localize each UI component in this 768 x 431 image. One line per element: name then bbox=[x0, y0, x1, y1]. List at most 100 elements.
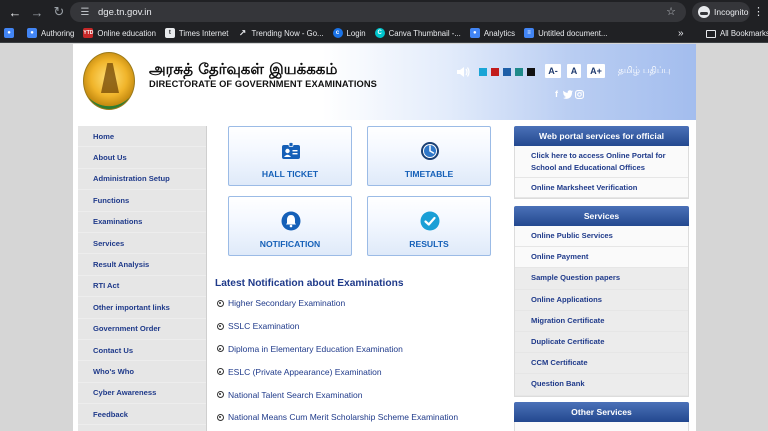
bookmark-item[interactable]: ↗ Trending Now - Go... bbox=[237, 24, 324, 43]
list-item[interactable]: National Means Cum Merit Scholarship Sch… bbox=[217, 406, 458, 429]
forward-icon[interactable]: → bbox=[26, 0, 48, 24]
site-info-icon[interactable]: ☰ bbox=[78, 5, 92, 19]
notification-link[interactable]: National Talent Search Examination bbox=[228, 390, 363, 400]
hall-ticket-tile[interactable]: HALL TICKET bbox=[228, 126, 352, 186]
doc-icon: ≡ bbox=[524, 28, 535, 38]
nav-item-administration-setup[interactable]: Administration Setup bbox=[78, 169, 206, 191]
canva-icon: C bbox=[374, 28, 385, 38]
incognito-badge[interactable]: Incognito bbox=[692, 2, 750, 22]
bookmark-label: Trending Now - Go... bbox=[251, 28, 324, 38]
font-reset-button[interactable]: A bbox=[567, 64, 581, 78]
hall-ticket-label: HALL TICKET bbox=[261, 169, 319, 179]
nav-item-result-analysis[interactable]: Result Analysis bbox=[78, 254, 206, 276]
service-link[interactable]: Online Payment bbox=[515, 247, 688, 269]
list-item[interactable]: National Talent Search Examination bbox=[217, 383, 458, 406]
latest-notifications-heading: Latest Notification about Examinations bbox=[215, 278, 404, 289]
notification-tile[interactable]: NOTIFICATION bbox=[228, 196, 352, 256]
bookmark-star-icon[interactable]: ☆ bbox=[666, 5, 676, 18]
bookmark-item[interactable]: ≡ Untitled document... bbox=[524, 24, 607, 43]
list-item[interactable]: ESLC (Private Appearance) Examination bbox=[217, 360, 458, 383]
nav-item-examinations[interactable]: Examinations bbox=[78, 212, 206, 233]
service-link[interactable]: Migration Certificate bbox=[515, 310, 688, 332]
service-link[interactable]: Sample Question papers bbox=[515, 268, 688, 290]
bookmark-favicon-icon: ● bbox=[469, 28, 480, 38]
service-link[interactable]: Duplicate Certificate bbox=[515, 331, 688, 354]
bullet-icon bbox=[217, 345, 224, 353]
speaker-icon[interactable] bbox=[456, 66, 470, 78]
bookmark-item[interactable]: YTD Online education bbox=[83, 24, 156, 43]
twitter-icon[interactable] bbox=[563, 90, 573, 99]
nav-item-government-order[interactable]: Government Order bbox=[78, 319, 206, 340]
theme-swatch[interactable] bbox=[479, 68, 487, 76]
bookmark-label: Times Internet bbox=[178, 28, 229, 38]
service-link[interactable]: CCM Certificate bbox=[515, 353, 688, 375]
page-viewport: அரசுத் தேர்வுகள் இயக்ககம் DIRECTORATE OF… bbox=[0, 44, 768, 431]
services-panel: Services Online Public Services Online P… bbox=[514, 206, 689, 397]
bookmark-item[interactable]: C Canva Thumbnail -... bbox=[374, 24, 461, 43]
nav-item-cyber-awareness[interactable]: Cyber Awareness bbox=[78, 383, 206, 405]
tamil-version-link[interactable]: தமிழ் பதிப்பு bbox=[618, 66, 670, 77]
latest-notifications-list: Higher Secondary Examination SSLC Examin… bbox=[217, 292, 458, 429]
services-panel-body: Online Public Services Online Payment Sa… bbox=[514, 226, 689, 397]
timetable-tile[interactable]: TIMETABLE bbox=[367, 126, 491, 186]
bookmark-item[interactable]: ● bbox=[4, 24, 18, 43]
portal-link-marksheet-verification[interactable]: Online Marksheet Verification bbox=[515, 178, 688, 198]
theme-swatch[interactable] bbox=[503, 68, 511, 76]
bullet-icon bbox=[217, 299, 224, 307]
notification-link[interactable]: National Means Cum Merit Scholarship Sch… bbox=[228, 412, 458, 422]
facebook-icon[interactable]: f bbox=[555, 89, 558, 99]
nav-item-services[interactable]: Services bbox=[78, 233, 206, 255]
nav-item-whos-who[interactable]: Who's Who bbox=[78, 361, 206, 383]
bookmark-label: Canva Thumbnail -... bbox=[388, 28, 461, 38]
nav-item-other-links[interactable]: Other important links bbox=[78, 297, 206, 319]
notification-link[interactable]: ESLC (Private Appearance) Examination bbox=[228, 367, 382, 377]
tn-emblem-logo[interactable] bbox=[83, 52, 135, 110]
service-link[interactable]: Question Bank bbox=[515, 374, 688, 396]
check-circle-icon bbox=[420, 211, 440, 231]
timetable-label: TIMETABLE bbox=[404, 169, 454, 179]
bookmark-label: Login bbox=[346, 28, 366, 38]
service-link[interactable]: Online Applications bbox=[515, 289, 688, 311]
instagram-icon[interactable] bbox=[575, 90, 584, 99]
font-decrease-button[interactable]: A- bbox=[545, 64, 561, 78]
bookmarks-bar: ● ● Authoring YTD Online education t Tim… bbox=[0, 24, 768, 43]
bookmark-item[interactable]: ● Authoring bbox=[27, 24, 74, 43]
address-bar[interactable]: ☰ dge.tn.gov.in ☆ bbox=[70, 2, 686, 22]
url-text[interactable]: dge.tn.gov.in bbox=[98, 7, 152, 18]
list-item[interactable]: SSLC Examination bbox=[217, 315, 458, 338]
results-tile[interactable]: RESULTS bbox=[367, 196, 491, 256]
reload-icon[interactable]: ↻ bbox=[48, 0, 70, 24]
notification-link[interactable]: Higher Secondary Examination bbox=[228, 298, 345, 308]
nav-item-rti-act[interactable]: RTI Act bbox=[78, 276, 206, 298]
all-bookmarks[interactable]: All Bookmarks bbox=[706, 24, 768, 43]
back-icon[interactable]: ← bbox=[4, 0, 26, 24]
notification-link[interactable]: SSLC Examination bbox=[228, 321, 299, 331]
site-title-english: DIRECTORATE OF GOVERNMENT EXAMINATIONS bbox=[149, 79, 377, 89]
bookmark-item[interactable]: ● Analytics bbox=[469, 24, 515, 43]
notification-link[interactable]: Diploma in Elementary Education Examinat… bbox=[228, 344, 403, 354]
browser-menu-icon[interactable]: ⋮ bbox=[753, 4, 764, 20]
theme-swatch[interactable] bbox=[515, 68, 523, 76]
bookmark-item[interactable]: t Times Internet bbox=[164, 24, 229, 43]
incognito-icon bbox=[698, 6, 710, 18]
bookmark-item[interactable]: c Login bbox=[332, 24, 366, 43]
bookmark-label: Authoring bbox=[41, 28, 75, 38]
bullet-icon bbox=[217, 368, 224, 376]
service-link[interactable]: Online Public Services bbox=[515, 226, 688, 248]
bookmarks-overflow-icon[interactable]: » bbox=[678, 24, 684, 43]
portal-link-online-portal[interactable]: Click here to access Online Portal for S… bbox=[515, 146, 688, 178]
bookmark-favicon-icon: ● bbox=[27, 28, 37, 38]
nav-item-functions[interactable]: Functions bbox=[78, 190, 206, 212]
nav-item-about-us[interactable]: About Us bbox=[78, 147, 206, 169]
nav-item-home[interactable]: Home bbox=[78, 126, 206, 148]
list-item[interactable]: Diploma in Elementary Education Examinat… bbox=[217, 338, 458, 361]
list-item[interactable]: Higher Secondary Examination bbox=[217, 292, 458, 315]
site-header: அரசுத் தேர்வுகள் இயக்ககம் DIRECTORATE OF… bbox=[73, 44, 696, 120]
nav-item-feedback[interactable]: Feedback bbox=[78, 404, 206, 426]
nav-item-contact-us[interactable]: Contact Us bbox=[78, 340, 206, 362]
trending-icon: ↗ bbox=[238, 27, 247, 38]
site-title-tamil: அரசுத் தேர்வுகள் இயக்ககம் bbox=[149, 60, 338, 78]
theme-swatch[interactable] bbox=[491, 68, 499, 76]
theme-swatch[interactable] bbox=[527, 68, 535, 76]
font-increase-button[interactable]: A+ bbox=[587, 64, 605, 78]
